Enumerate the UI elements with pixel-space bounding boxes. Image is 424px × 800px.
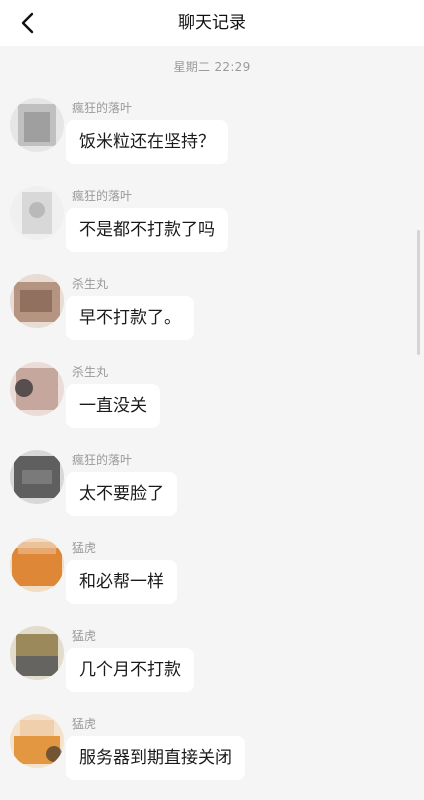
avatar[interactable] (10, 450, 64, 504)
sender-name: 瘋狂的落叶 (72, 189, 133, 203)
avatar[interactable] (10, 186, 64, 240)
message-bubble[interactable]: 早不打款了。 (66, 296, 194, 340)
message-item: 猛虎 服务器到期直接关闭 (0, 714, 424, 800)
avatar[interactable] (10, 274, 64, 328)
sender-name: 猛虎 (72, 629, 97, 643)
message-bubble[interactable]: 服务器到期直接关闭 (66, 736, 245, 780)
avatar[interactable] (10, 98, 64, 152)
avatar[interactable] (10, 362, 64, 416)
avatar[interactable] (10, 714, 64, 768)
message-bubble[interactable]: 和必帮一样 (66, 560, 177, 604)
avatar[interactable] (10, 626, 64, 680)
sender-name: 猛虎 (72, 541, 97, 555)
message-item: 猛虎 和必帮一样 (0, 538, 424, 626)
message-item: 瘋狂的落叶 不是都不打款了吗 (0, 186, 424, 274)
message-bubble[interactable]: 太不要脸了 (66, 472, 177, 516)
sender-name: 杀生丸 (72, 277, 109, 291)
message-bubble[interactable]: 几个月不打款 (66, 648, 194, 692)
chat-history-screen: 聊天记录 星期二 22:29 瘋狂的落叶 饭米粒还在坚持？ 瘋狂的落叶 不是都不… (0, 0, 424, 800)
message-item: 杀生丸 一直没关 (0, 362, 424, 450)
sender-name: 猛虎 (72, 717, 97, 731)
message-item: 瘋狂的落叶 饭米粒还在坚持？ (0, 98, 424, 186)
message-list[interactable]: 瘋狂的落叶 饭米粒还在坚持？ 瘋狂的落叶 不是都不打款了吗 杀生丸 早不打款了。… (0, 0, 424, 800)
message-item: 猛虎 几个月不打款 (0, 626, 424, 714)
message-item: 杀生丸 早不打款了。 (0, 274, 424, 362)
message-bubble[interactable]: 一直没关 (66, 384, 160, 428)
sender-name: 瘋狂的落叶 (72, 101, 133, 115)
scrollbar[interactable] (417, 230, 420, 355)
message-item: 瘋狂的落叶 太不要脸了 (0, 450, 424, 538)
sender-name: 瘋狂的落叶 (72, 453, 133, 467)
message-bubble[interactable]: 不是都不打款了吗 (66, 208, 228, 252)
sender-name: 杀生丸 (72, 365, 109, 379)
avatar[interactable] (10, 538, 64, 592)
message-bubble[interactable]: 饭米粒还在坚持？ (66, 120, 228, 164)
